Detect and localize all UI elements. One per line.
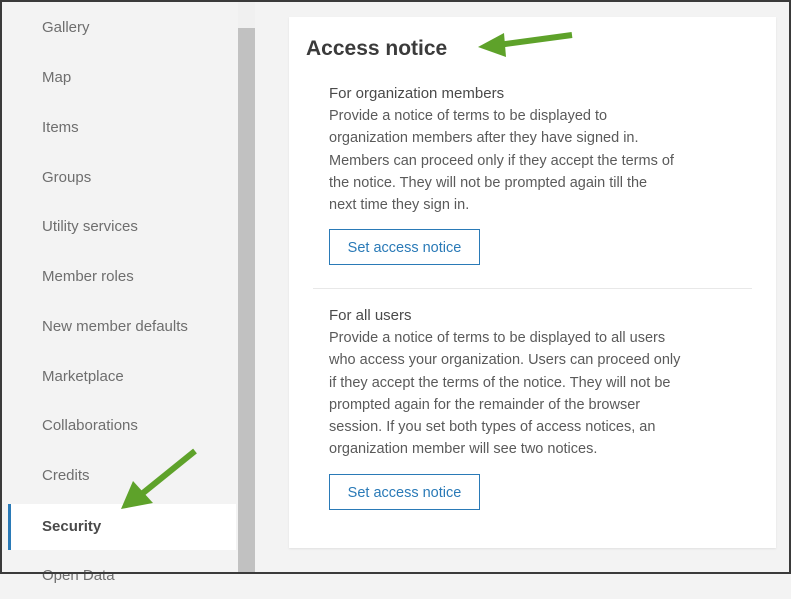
description-line: the notice. They will not be prompted ag… <box>329 174 648 191</box>
org-members-section: For organization members Provide a notic… <box>329 83 709 266</box>
section-divider <box>313 288 752 289</box>
section-title: For all users <box>329 307 412 324</box>
page-title: Access notice <box>306 37 448 60</box>
description-line: who access your organization. Users can … <box>329 352 681 369</box>
description-line: Provide a notice of terms to be displaye… <box>329 108 608 124</box>
access-notice-card: Access notice For organization members P… <box>289 17 776 548</box>
sidebar-item-collaborations[interactable]: Collaborations <box>8 403 236 449</box>
description-line: Members can proceed only if they accept … <box>329 152 674 169</box>
set-access-notice-all-users-button[interactable]: Set access notice <box>329 473 480 510</box>
sidebar-item-map[interactable]: Map <box>8 55 236 101</box>
annotation-arrow-icon <box>478 32 573 57</box>
section-description: Provide a notice of terms to be displaye… <box>329 327 709 461</box>
description-line: Provide a notice of terms to be displaye… <box>329 330 666 346</box>
sidebar-item-groups[interactable]: Groups <box>8 155 236 201</box>
sidebar-item-items[interactable]: Items <box>8 105 236 151</box>
sidebar-scrollbar-thumb[interactable] <box>238 28 255 574</box>
set-access-notice-members-button[interactable]: Set access notice <box>329 229 480 266</box>
description-line: if they accept the terms of the notice. … <box>329 374 671 391</box>
sidebar-item-gallery[interactable]: Gallery <box>8 5 236 51</box>
sidebar-item-member-roles[interactable]: Member roles <box>8 254 236 300</box>
section-description: Provide a notice of terms to be displaye… <box>329 105 709 216</box>
sidebar-item-open-data[interactable]: Open Data <box>8 553 236 599</box>
annotation-arrow-icon <box>121 448 197 509</box>
all-users-section: For all users Provide a notice of terms … <box>329 305 709 510</box>
description-line: organization member will see two notices… <box>329 441 598 458</box>
section-title: For organization members <box>329 85 505 102</box>
sidebar-item-utility-services[interactable]: Utility services <box>8 204 236 250</box>
sidebar-item-new-member-defaults[interactable]: New member defaults <box>8 304 236 350</box>
description-line: prompted again for the remainder of the … <box>329 396 641 413</box>
description-line: next time they sign in. <box>329 197 470 214</box>
description-line: organization members after they have sig… <box>329 130 639 147</box>
sidebar-item-marketplace[interactable]: Marketplace <box>8 354 236 400</box>
description-line: session. If you set both types of access… <box>329 419 656 436</box>
